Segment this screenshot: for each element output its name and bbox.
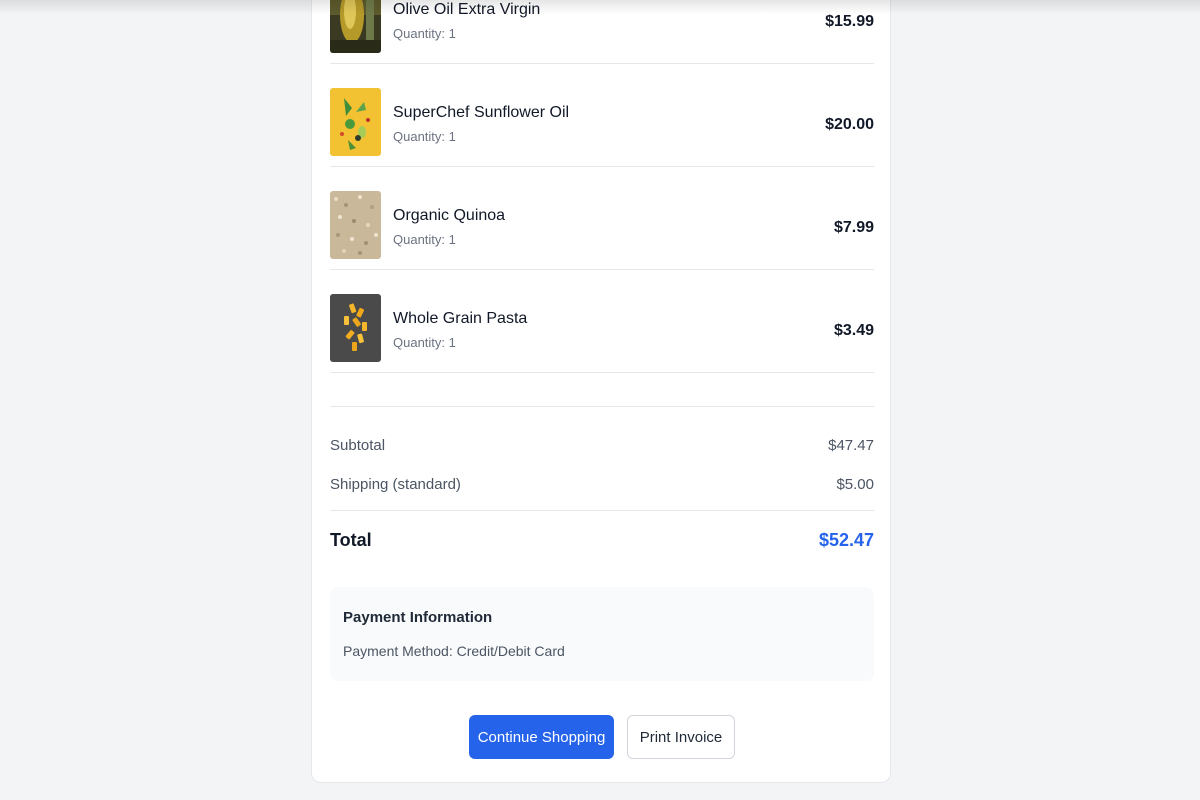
item-price: $7.99 [833, 219, 874, 236]
shipping-label: Shipping (standard) [330, 476, 461, 493]
item-quantity: Quantity: 1 [393, 26, 456, 41]
item-price: $20.00 [825, 116, 874, 133]
order-summary: Subtotal $47.47 Shipping (standard) $5.0… [330, 406, 874, 558]
quinoa-image [330, 191, 381, 259]
payment-information-panel: Payment Information Payment Method: Cred… [330, 587, 874, 681]
subtotal-value: $47.47 [828, 437, 874, 454]
item-name: Organic Quinoa [393, 207, 506, 224]
continue-shopping-button[interactable]: Continue Shopping [469, 715, 614, 759]
item-name: SuperChef Sunflower Oil [393, 104, 570, 121]
order-item: Whole Grain Pasta Quantity: 1 $3.49 [330, 270, 874, 373]
order-item: SuperChef Sunflower Oil Quantity: 1 $20.… [330, 64, 874, 167]
total-row: Total $52.47 [330, 528, 874, 558]
item-quantity: Quantity: 1 [393, 335, 456, 350]
item-price: $15.99 [825, 13, 874, 30]
payment-title: Payment Information [343, 609, 493, 626]
divider [330, 510, 874, 511]
sunflower-oil-image [330, 88, 381, 156]
item-name: Whole Grain Pasta [393, 310, 528, 327]
order-item: Organic Quinoa Quantity: 1 $7.99 [330, 167, 874, 270]
order-confirmation-card: Olive Oil Extra Virgin Quantity: 1 $15.9… [311, 0, 891, 783]
total-label: Total [330, 530, 372, 550]
subtotal-row: Subtotal $47.47 [330, 437, 874, 457]
item-quantity: Quantity: 1 [393, 232, 456, 247]
item-quantity: Quantity: 1 [393, 129, 456, 144]
header-shadow [0, 0, 1200, 14]
shipping-row: Shipping (standard) $5.00 [330, 476, 874, 496]
pasta-image [330, 294, 381, 362]
print-invoice-button[interactable]: Print Invoice [627, 715, 735, 759]
item-price: $3.49 [833, 322, 874, 339]
subtotal-label: Subtotal [330, 437, 386, 454]
total-value: $52.47 [818, 530, 874, 550]
payment-method: Payment Method: Credit/Debit Card [343, 643, 565, 659]
order-items-list: Olive Oil Extra Virgin Quantity: 1 $15.9… [330, 0, 874, 373]
shipping-value: $5.00 [836, 476, 874, 493]
